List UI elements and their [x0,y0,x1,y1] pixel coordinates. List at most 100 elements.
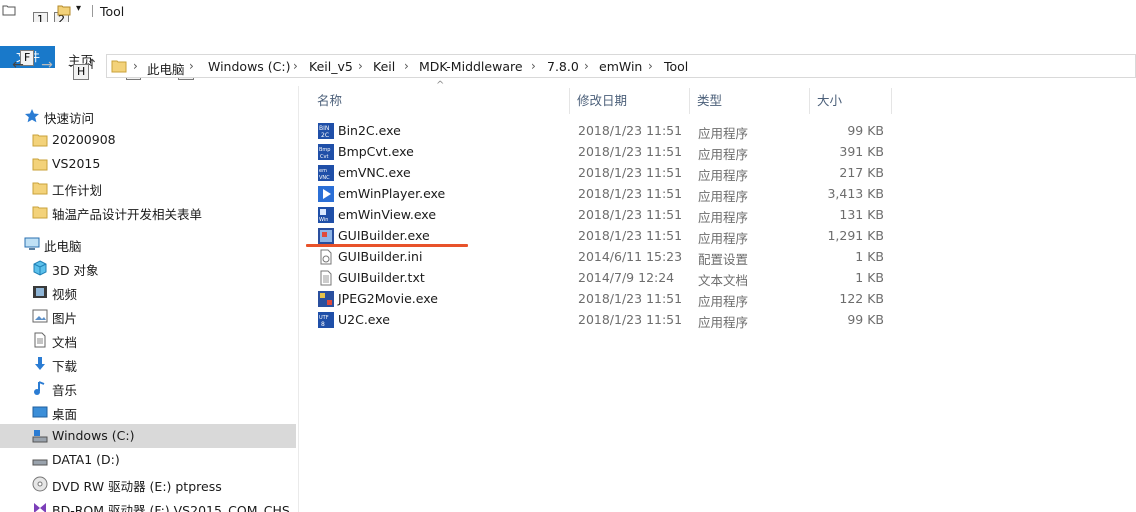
up-arrow-icon[interactable]: ↑ [83,56,101,74]
file-row[interactable]: GUIBuilder.txt 2014/7/9 12:24 文本文档 1 KB [310,268,892,289]
drive-icon [32,459,48,466]
file-type: 应用程序 [698,315,749,330]
desktop-icon [32,406,48,418]
column-header-type[interactable]: 类型 [690,88,810,114]
nav-item-downloads[interactable]: 下载 [0,352,296,376]
picture-icon [32,309,48,323]
file-row[interactable]: GUIBuilder.ini 2014/6/11 15:23 配置设置 1 KB [310,247,892,268]
breadcrumb-separator-icon[interactable]: › [584,59,589,73]
svg-text:BIN: BIN [319,125,329,132]
bmpcvt-icon: BmpCvt [318,144,334,160]
nav-label: DATA1 (D:) [52,452,120,467]
file-name: GUIBuilder.txt [338,270,425,285]
breadcrumb-emwin[interactable]: emWin [599,59,642,74]
nav-label: 此电脑 [44,239,82,254]
customize-toolbar-icon[interactable]: ▾ [76,3,81,14]
download-icon [35,357,45,370]
nav-item-vs2015[interactable]: VS2015 [0,152,296,176]
nav-item-this-pc[interactable]: 此电脑 [0,232,296,256]
file-date: 2014/6/11 15:23 [578,249,683,264]
file-row[interactable]: JPEG2Movie.exe 2018/1/23 11:51 应用程序 122 … [310,289,892,310]
file-row[interactable]: emWinPlayer.exe 2018/1/23 11:51 应用程序 3,4… [310,184,892,205]
document-icon [34,332,46,348]
file-date: 2018/1/23 11:51 [578,228,683,243]
address-bar[interactable]: › 此电脑 › Windows (C:) › Keil_v5 › Keil › … [106,54,1136,78]
file-size: 99 KB [847,312,884,327]
file-name: U2C.exe [338,312,390,327]
computer-icon [24,237,40,250]
forward-arrow-icon[interactable]: → [38,56,56,74]
file-name: GUIBuilder.ini [338,249,423,264]
file-size: 1 KB [855,249,884,264]
nav-item-axle-temp-forms[interactable]: 轴温产品设计开发相关表单 [0,200,296,224]
nav-item-videos[interactable]: 视频 [0,280,296,304]
nav-item-windows-c[interactable]: Windows (C:) [0,424,296,448]
player-icon [318,186,334,202]
file-row[interactable]: BIN 2C Bin2C.exe 2018/1/23 11:51 应用程序 99 … [310,121,892,142]
file-row[interactable]: UTF 8 U2C.exe 2018/1/23 11:51 应用程序 99 KB [310,310,892,331]
file-row[interactable]: Win emWinView.exe 2018/1/23 11:51 应用程序 1… [310,205,892,226]
nav-item-bd-rom-f[interactable]: BD-ROM 驱动器 (F:) VS2015_COM_CHS [0,496,296,512]
nav-item-documents[interactable]: 文档 [0,328,296,352]
breadcrumb-mdk-middleware[interactable]: MDK-Middleware [419,59,523,74]
file-type: 应用程序 [698,147,749,162]
nav-label: BD-ROM 驱动器 (F:) VS2015_COM_CHS [52,503,290,512]
breadcrumb-windows-c[interactable]: Windows (C:) [208,59,290,74]
nav-item-3d-objects[interactable]: 3D 对象 [0,256,296,280]
ribbon-tabs: 文件 F 主页 H 共享 S 查看 V [0,22,1136,80]
file-size: 122 KB [839,291,884,306]
cube-icon [33,260,47,276]
back-arrow-icon[interactable]: ← [9,56,27,74]
drive-icon [32,430,48,443]
breadcrumb-separator-icon[interactable]: › [358,59,363,73]
file-name: Bin2C.exe [338,123,401,138]
file-size: 391 KB [839,144,884,159]
column-header-name[interactable]: 名称 [310,88,570,114]
breadcrumb-separator-icon[interactable]: › [293,59,298,73]
nav-item-data1-d[interactable]: DATA1 (D:) [0,448,296,472]
file-date: 2018/1/23 11:51 [578,207,683,222]
file-row[interactable]: Bmp Cvt BmpCvt.exe 2018/1/23 11:51 应用程序 3… [310,142,892,163]
nav-label: VS2015 [52,156,101,171]
column-header-date[interactable]: 修改日期 [570,88,690,114]
video-icon [33,286,47,298]
file-size: 3,413 KB [827,186,884,201]
breadcrumb-tool[interactable]: Tool [664,59,688,74]
nav-item-pictures[interactable]: 图片 [0,304,296,328]
nav-item-work-plan[interactable]: 工作计划 [0,176,296,200]
file-row[interactable]: em VNC emVNC.exe 2018/1/23 11:51 应用程序 217… [310,163,892,184]
breadcrumb-keil-v5[interactable]: Keil_v5 [309,59,353,74]
nav-label: 工作计划 [52,183,103,198]
file-size: 217 KB [839,165,884,180]
breadcrumb-separator-icon[interactable]: › [404,59,409,73]
window-title: Tool [100,4,125,19]
breadcrumb-separator-icon[interactable]: › [189,59,194,73]
nav-label: 视频 [52,287,78,302]
nav-item-20200908[interactable]: 20200908 [0,128,296,152]
folder-icon[interactable] [2,4,16,16]
breadcrumb-separator-icon[interactable]: › [133,59,138,73]
nav-item-desktop[interactable]: 桌面 [0,400,296,424]
nav-item-music[interactable]: 音乐 [0,376,296,400]
file-size: 1 KB [855,270,884,285]
breadcrumb-separator-icon[interactable]: › [648,59,653,73]
recent-locations-chevron-icon[interactable]: ⌄ [62,56,80,74]
breadcrumb-keil[interactable]: Keil [373,59,395,74]
title-bar: 1 2 ▾ Tool [0,0,1136,28]
new-folder-icon[interactable] [57,4,71,16]
star-icon [25,109,39,123]
file-size: 99 KB [847,123,884,138]
pane-splitter[interactable] [298,86,299,512]
ini-file-icon [320,249,332,265]
column-header-size[interactable]: 大小 [810,88,892,114]
file-type: 文本文档 [698,273,749,288]
nav-label: 图片 [52,311,78,326]
breadcrumb-version[interactable]: 7.8.0 [547,59,579,74]
file-type: 配置设置 [698,252,749,267]
nav-item-dvd-e[interactable]: DVD RW 驱动器 (E:) ptpress [0,472,296,496]
breadcrumb-this-pc[interactable]: 此电脑 [147,59,185,78]
navigation-pane: 快速访问 20200908 VS2015 工作计划 轴温产品设计开发相关表单 此… [0,86,298,512]
file-type: 应用程序 [698,231,749,246]
nav-item-quick-access[interactable]: 快速访问 [0,104,296,128]
breadcrumb-separator-icon[interactable]: › [531,59,536,73]
